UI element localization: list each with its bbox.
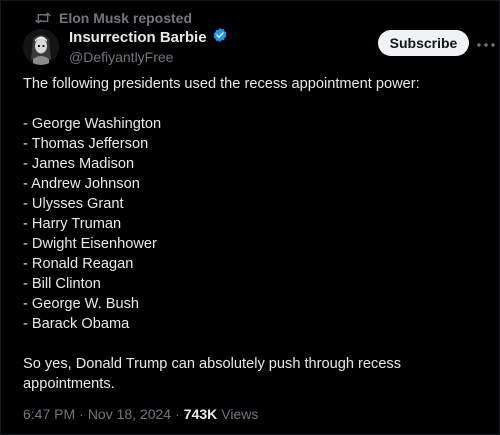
tweet-outro: So yes, Donald Trump can absolutely push… xyxy=(23,356,402,392)
list-item: - Dwight Eisenhower xyxy=(23,236,157,252)
avatar[interactable] xyxy=(23,29,59,65)
post-metadata: 6:47 PM · Nov 18, 2024 · 743K Views xyxy=(23,406,258,422)
list-item: - Ronald Reagan xyxy=(23,256,134,272)
author-handle[interactable]: @DefiyantlyFree xyxy=(69,49,228,65)
repost-label: Elon Musk reposted xyxy=(59,10,193,26)
meta-separator: · xyxy=(175,406,180,422)
views-count: 743K xyxy=(183,406,218,422)
presidents-list: - George Washington - Thomas Jefferson -… xyxy=(23,114,483,334)
more-options-icon xyxy=(477,34,495,52)
author-name-row: Insurrection Barbie xyxy=(69,28,228,47)
repost-icon xyxy=(35,11,51,25)
tweet-body: The following presidents used the recess… xyxy=(23,74,483,394)
list-item: - Andrew Johnson xyxy=(23,176,140,192)
post-date[interactable]: Nov 18, 2024 xyxy=(88,406,171,422)
list-item: - George W. Bush xyxy=(23,296,139,312)
list-item: - Ulysses Grant xyxy=(23,196,124,212)
list-item: - George Washington xyxy=(23,116,162,132)
tweet-intro: The following presidents used the recess… xyxy=(23,76,420,92)
views-label: Views xyxy=(221,406,259,422)
author-display-name[interactable]: Insurrection Barbie xyxy=(69,29,207,46)
list-item: - Bill Clinton xyxy=(23,276,101,292)
repost-indicator[interactable]: Elon Musk reposted xyxy=(35,9,192,27)
meta-separator: · xyxy=(79,406,84,422)
more-options-button[interactable] xyxy=(475,32,497,54)
verified-badge-icon xyxy=(212,27,228,48)
list-item: - Barack Obama xyxy=(23,316,130,332)
list-item: - Harry Truman xyxy=(23,216,122,232)
list-item: - James Madison xyxy=(23,156,135,172)
subscribe-button[interactable]: Subscribe xyxy=(378,30,469,56)
author-block: Insurrection Barbie @DefiyantlyFree xyxy=(69,28,228,65)
post-card[interactable]: Elon Musk reposted Insurrection Barbie @… xyxy=(0,0,500,435)
post-time[interactable]: 6:47 PM xyxy=(23,406,75,422)
list-item: - Thomas Jefferson xyxy=(23,136,149,152)
